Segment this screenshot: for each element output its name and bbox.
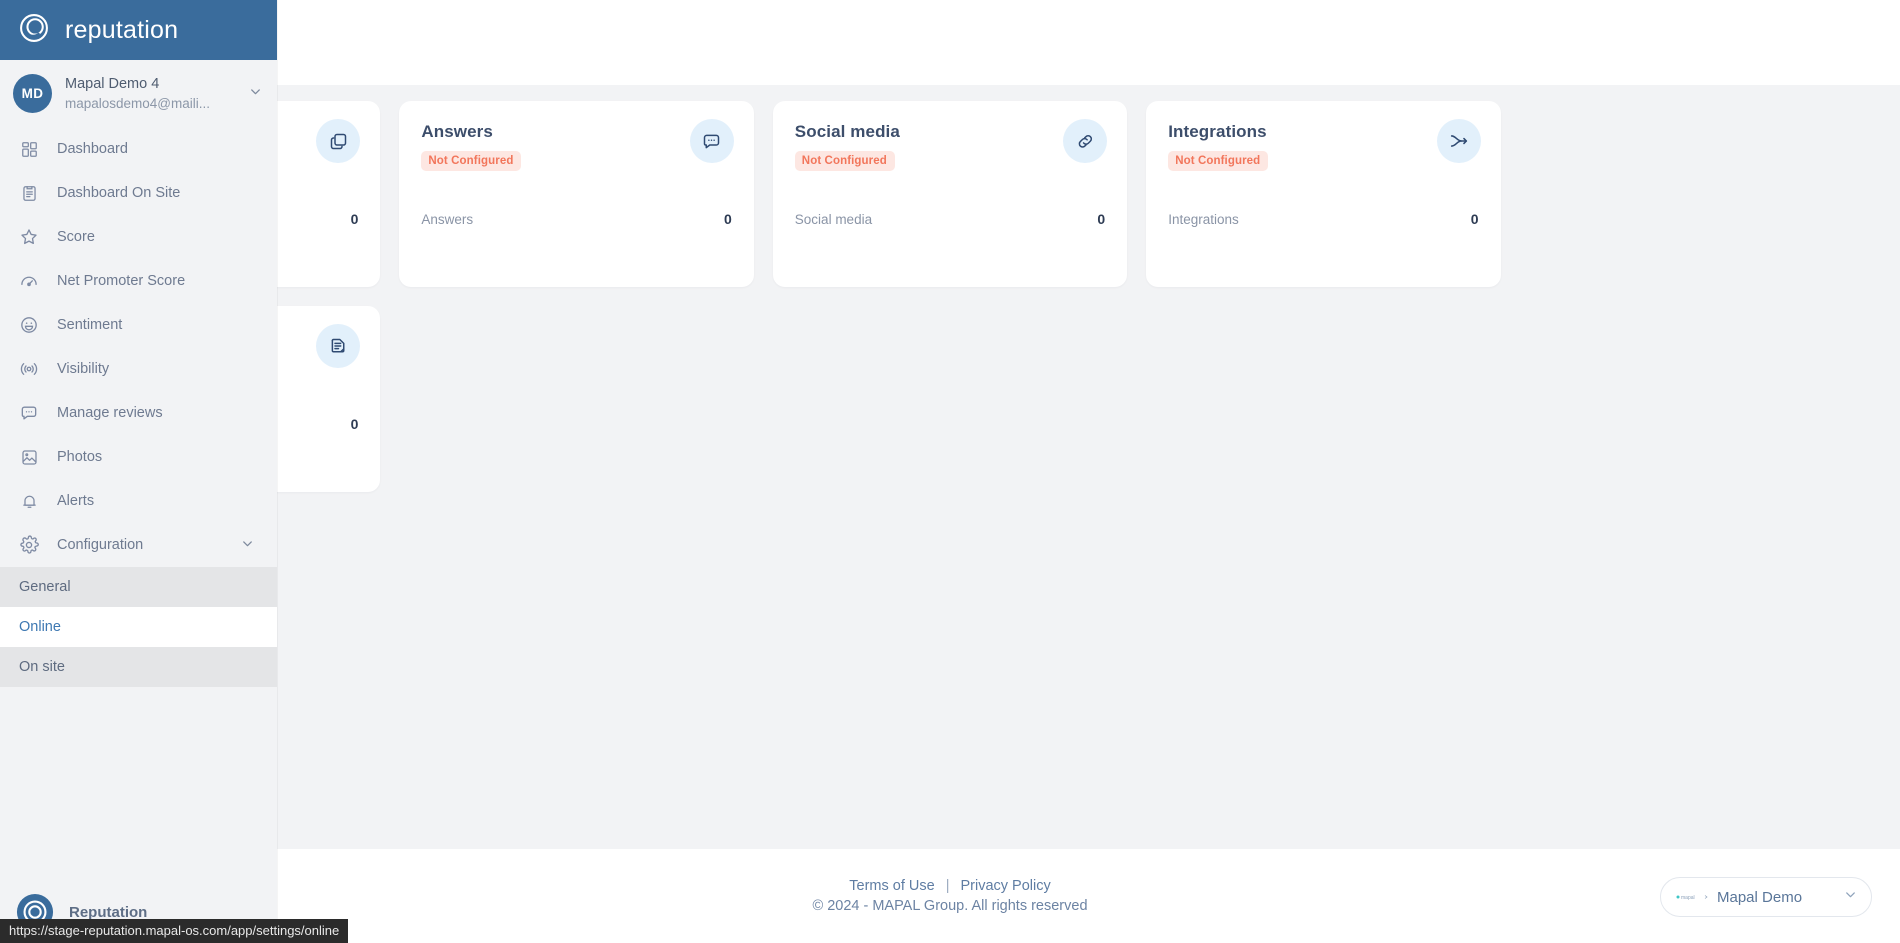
sidebar-item-photos[interactable]: Photos — [0, 435, 277, 479]
comment-dots-icon — [689, 119, 734, 163]
brand-header[interactable]: reputation — [0, 0, 277, 60]
document-lines-icon — [316, 324, 361, 368]
card-title: Answers — [421, 122, 493, 141]
smiley-icon — [18, 314, 40, 336]
arrow-merge-icon — [1436, 119, 1481, 163]
metric-label: Integrations — [1168, 211, 1239, 227]
sidebar-item-sentiment[interactable]: Sentiment — [0, 303, 277, 347]
sidebar-spacer — [0, 687, 277, 881]
bell-icon — [18, 490, 40, 512]
sidebar-item-label: Manage reviews — [57, 405, 163, 421]
metric-value: 0 — [724, 211, 732, 227]
sidebar-item-label: Visibility — [57, 361, 110, 377]
terms-of-use-link[interactable]: Terms of Use — [849, 878, 934, 894]
status-badge: Not Configured — [1168, 151, 1269, 171]
sidebar-item-label: Sentiment — [57, 317, 123, 333]
main-content: 0 Answers Not Configured Answers 0 Socia… — [0, 85, 1900, 849]
gauge-icon — [18, 270, 40, 292]
sidebar-item-label: Alerts — [57, 493, 95, 509]
clipboard-icon — [18, 182, 40, 204]
star-icon — [18, 226, 40, 248]
sidebar-item-label: Dashboard On Site — [57, 185, 181, 201]
metric-value: 0 — [350, 416, 359, 432]
sidebar-item-label: Configuration — [57, 537, 144, 553]
metric-value: 0 — [1097, 211, 1106, 227]
settings-card-answers[interactable]: Answers Not Configured Answers 0 — [399, 101, 754, 287]
grid-filler — [1520, 101, 1874, 287]
sidebar-item-configuration[interactable]: Configuration — [0, 523, 277, 567]
brand-name: reputation — [65, 15, 179, 44]
metric-value: 0 — [1470, 211, 1479, 227]
sidebar-item-dashboard-on-site[interactable]: Dashboard On Site — [0, 171, 277, 215]
sidebar: reputation MD Mapal Demo 4 mapalosdemo4@… — [0, 0, 277, 943]
sidebar-item-label: Net Promoter Score — [57, 273, 186, 289]
sidebar-item-label: Dashboard — [57, 141, 128, 157]
metric-label: Answers — [421, 211, 474, 227]
chevron-down-icon[interactable] — [248, 84, 263, 104]
sidebar-item-alerts[interactable]: Alerts — [0, 479, 277, 523]
footer-separator: | — [945, 878, 950, 894]
chevron-down-icon[interactable] — [1843, 887, 1858, 907]
metric-label: Social media — [794, 211, 873, 227]
sidebar-item-score[interactable]: Score — [0, 215, 277, 259]
account-text: Mapal Demo 4 mapalosdemo4@maili... — [65, 75, 235, 113]
tenant-selector[interactable]: mapal Mapal Demo — [1660, 877, 1872, 917]
app-switcher-label: Reputation — [69, 903, 148, 921]
app-root: e 0 — [0, 0, 1900, 943]
broadcast-icon — [18, 358, 40, 380]
status-bar-url: https://stage-reputation.mapal-os.com/ap… — [0, 919, 349, 943]
link-chain-icon — [1063, 119, 1108, 163]
status-badge: Not Configured — [794, 151, 895, 171]
card-metric: Integrations 0 — [1168, 211, 1478, 227]
card-metric: Social media 0 — [795, 211, 1105, 227]
avatar: MD — [13, 74, 52, 113]
footer-links: Terms of Use | Privacy Policy — [849, 878, 1050, 894]
gear-icon — [18, 534, 40, 556]
account-name: Mapal Demo 4 — [65, 75, 160, 92]
svg-text:mapal: mapal — [1681, 895, 1695, 901]
sidebar-item-label: Photos — [57, 449, 103, 465]
sidebar-subitem-on-site[interactable]: On site — [0, 647, 277, 687]
sidebar-item-visibility[interactable]: Visibility — [0, 347, 277, 391]
dashboard-grid-icon — [18, 138, 40, 160]
account-switcher[interactable]: MD Mapal Demo 4 mapalosdemo4@maili... — [0, 60, 277, 127]
sidebar-item-label: Score — [57, 229, 95, 245]
sidebar-nav: Dashboard Dashboard On Site Score Net Pr… — [0, 127, 277, 567]
settings-card-grid: 0 Answers Not Configured Answers 0 Socia… — [26, 101, 1874, 492]
metric-value: 0 — [350, 211, 359, 227]
copy-stack-icon — [316, 119, 361, 163]
sidebar-item-manage-reviews[interactable]: Manage reviews — [0, 391, 277, 435]
top-header-bar: e — [0, 0, 1900, 85]
sidebar-subitem-online[interactable]: Online — [0, 607, 277, 647]
image-icon — [18, 446, 40, 468]
mapal-logo-icon: mapal — [1676, 892, 1708, 902]
account-email: mapalosdemo4@maili... — [65, 95, 211, 111]
status-badge: Not Configured — [421, 151, 522, 171]
sidebar-item-dashboard[interactable]: Dashboard — [0, 127, 277, 171]
reputation-ring-logo-icon — [17, 11, 51, 50]
privacy-policy-link[interactable]: Privacy Policy — [960, 878, 1050, 894]
page-container: e 0 — [0, 0, 1900, 943]
card-metric: Answers 0 — [421, 211, 731, 227]
comment-dots-icon — [18, 402, 40, 424]
configuration-submenu: General Online On site — [0, 567, 277, 687]
tenant-name: Mapal Demo — [1717, 888, 1803, 906]
settings-card-social-media[interactable]: Social media Not Configured Social media… — [772, 101, 1128, 287]
sidebar-subitem-general[interactable]: General — [0, 567, 277, 607]
copyright-text: © 2024 - MAPAL Group. All rights reserve… — [812, 898, 1088, 914]
card-title: Social media — [794, 122, 900, 141]
chevron-down-icon[interactable] — [240, 536, 255, 555]
sidebar-item-net-promoter-score[interactable]: Net Promoter Score — [0, 259, 277, 303]
settings-card-integrations[interactable]: Integrations Not Configured Integrations… — [1146, 101, 1501, 287]
card-title: Integrations — [1168, 122, 1267, 141]
